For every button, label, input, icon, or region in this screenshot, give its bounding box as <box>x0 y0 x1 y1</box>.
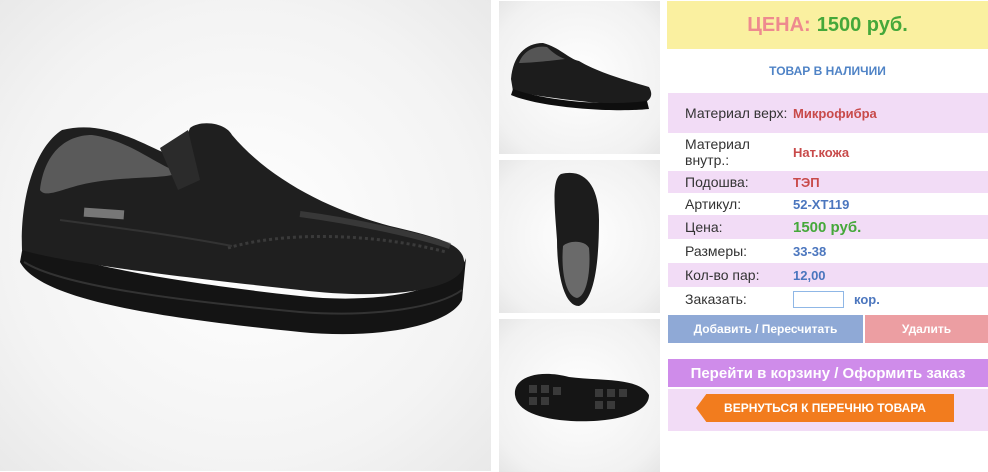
price-banner: ЦЕНА: 1500 руб. <box>667 1 988 49</box>
spec-key: Материал верх: <box>685 105 788 121</box>
spec-value: 1500 руб. <box>793 218 862 236</box>
price-label: ЦЕНА: <box>747 13 811 36</box>
spec-row-pairs: Кол-во пар: 12,00 <box>668 263 988 287</box>
order-unit: кор. <box>854 291 880 307</box>
spec-key: Материал внутр.: <box>685 136 750 168</box>
spec-key: Размеры: <box>685 243 748 259</box>
price-value: 1500 руб. <box>816 13 908 36</box>
spec-value: Микрофибра <box>793 105 877 121</box>
product-main-image[interactable] <box>0 0 491 471</box>
delete-button[interactable]: Удалить <box>865 315 988 343</box>
back-button-container: ВЕРНУТЬСЯ К ПЕРЕЧНЮ ТОВАРА <box>668 389 988 431</box>
product-thumbnail-top[interactable] <box>499 160 660 313</box>
go-to-cart-button[interactable]: Перейти в корзину / Оформить заказ <box>668 359 988 387</box>
stock-status: ТОВАР В НАЛИЧИИ <box>769 64 886 78</box>
spec-key: Кол-во пар: <box>685 267 760 283</box>
spec-value: ТЭП <box>793 174 820 190</box>
spec-row-article: Артикул: 52-ХТ119 <box>668 193 988 215</box>
back-to-list-button[interactable]: ВЕРНУТЬСЯ К ПЕРЕЧНЮ ТОВАРА <box>696 394 954 422</box>
spec-row-material-upper: Материал верх: Микрофибра <box>668 93 988 133</box>
spec-value: 52-ХТ119 <box>793 196 850 212</box>
order-label: Заказать: <box>685 291 747 307</box>
add-recalculate-button[interactable]: Добавить / Пересчитать <box>668 315 863 343</box>
spec-key: Артикул: <box>685 196 742 212</box>
spec-row-sizes: Размеры: 33-38 <box>668 239 988 263</box>
spec-row-material-inner: Материал внутр.: Нат.кожа <box>668 133 988 171</box>
order-row: Заказать: кор. <box>668 287 988 311</box>
order-quantity-input[interactable] <box>793 290 844 308</box>
spec-key: Цена: <box>685 219 723 235</box>
product-thumbnail-sole[interactable] <box>499 319 660 472</box>
spec-row-price: Цена: 1500 руб. <box>668 215 988 239</box>
product-thumbnail-side[interactable] <box>499 1 660 154</box>
spec-row-sole: Подошва: ТЭП <box>668 171 988 193</box>
spec-key: Подошва: <box>685 174 749 190</box>
spec-value: 12,00 <box>793 267 826 283</box>
spec-value: 33-38 <box>793 243 827 259</box>
spec-value: Нат.кожа <box>793 144 850 160</box>
